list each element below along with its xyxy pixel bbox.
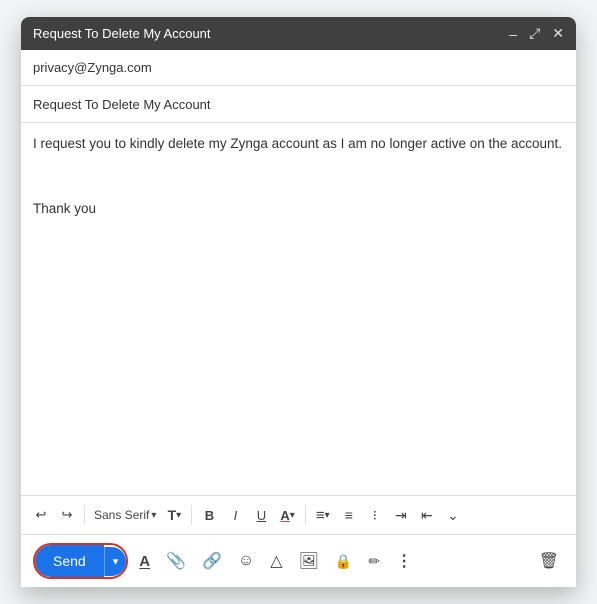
font-size-button[interactable]: T ▾ [162, 502, 186, 528]
compose-body[interactable]: I request you to kindly delete my Zynga … [21, 123, 576, 495]
align-button[interactable]: ≡ ▾ [311, 502, 335, 528]
font-family-button[interactable]: Sans Serif ▾ [90, 502, 160, 528]
indent-button[interactable]: ⇥ [389, 502, 413, 528]
emoji-icon: ☺ [238, 552, 254, 570]
send-button-group: Send ▾ [33, 543, 128, 579]
drive-icon: △ [270, 551, 282, 571]
underline-button[interactable]: U [249, 502, 273, 528]
send-button[interactable]: Send [35, 545, 104, 577]
bold-button[interactable]: B [197, 502, 221, 528]
actions-left: Send ▾ A 📎 🔗 ☺ △ 🖼 [33, 543, 417, 579]
close-button[interactable]: ✕ [552, 25, 564, 42]
compose-window: Request To Delete My Account – ⤢ ✕ priva… [21, 17, 576, 587]
emoji-button[interactable]: ☺ [233, 547, 259, 575]
undo-button[interactable]: ↩ [29, 502, 53, 528]
toolbar-more-button[interactable]: ⌄ [441, 502, 465, 528]
maximize-button[interactable]: ⤢ [529, 25, 540, 42]
font-color-button[interactable]: A ▾ [275, 502, 299, 528]
more-icon: ⋮ [396, 551, 412, 571]
attachment-button[interactable]: 📎 [161, 546, 191, 576]
ordered-list-button[interactable]: ≡ [337, 502, 361, 528]
photo-button[interactable]: 🖼 [294, 546, 324, 576]
subject-field-row: Request To Delete My Account [21, 86, 576, 122]
discard-button[interactable]: 🗑 [534, 546, 564, 576]
toolbar-separator-2 [191, 505, 192, 525]
title-bar: Request To Delete My Account – ⤢ ✕ [21, 17, 576, 50]
formatting-toggle-button[interactable]: A [134, 548, 155, 575]
lock-icon: 🔒 [335, 553, 352, 570]
outdent-button[interactable]: ⇤ [415, 502, 439, 528]
formatting-icon: A [139, 553, 150, 570]
photo-icon: 🖼 [299, 551, 319, 571]
italic-button[interactable]: I [223, 502, 247, 528]
send-dropdown-icon: ▾ [113, 555, 119, 568]
window-title: Request To Delete My Account [33, 26, 211, 41]
attachment-icon: 📎 [166, 551, 186, 571]
body-text[interactable]: I request you to kindly delete my Zynga … [33, 133, 564, 219]
formatting-toolbar: ↩ ↪ Sans Serif ▾ T ▾ B I U A ▾ ≡ ▾ ≡ ⁝ [21, 495, 576, 534]
link-button[interactable]: 🔗 [197, 546, 227, 576]
drive-button[interactable]: △ [265, 546, 287, 576]
subject-value[interactable]: Request To Delete My Account [33, 97, 211, 112]
toolbar-separator-3 [305, 505, 306, 525]
compose-fields: privacy@Zynga.com Request To Delete My A… [21, 50, 576, 123]
lock-button[interactable]: 🔒 [330, 548, 357, 575]
delete-icon: 🗑 [539, 551, 559, 571]
signature-button[interactable]: ✏ [363, 548, 385, 575]
more-options-button[interactable]: ⋮ [391, 546, 417, 576]
send-dropdown-button[interactable]: ▾ [104, 547, 127, 576]
link-icon: 🔗 [202, 551, 222, 571]
to-field-row: privacy@Zynga.com [21, 50, 576, 86]
compose-actions: Send ▾ A 📎 🔗 ☺ △ 🖼 [21, 534, 576, 587]
window-controls: – ⤢ ✕ [509, 25, 564, 42]
to-value[interactable]: privacy@Zynga.com [33, 60, 152, 75]
minimize-button[interactable]: – [509, 26, 517, 42]
toolbar-separator-1 [84, 505, 85, 525]
redo-button[interactable]: ↪ [55, 502, 79, 528]
unordered-list-button[interactable]: ⁝ [363, 502, 387, 528]
pen-icon: ✏ [368, 553, 380, 570]
